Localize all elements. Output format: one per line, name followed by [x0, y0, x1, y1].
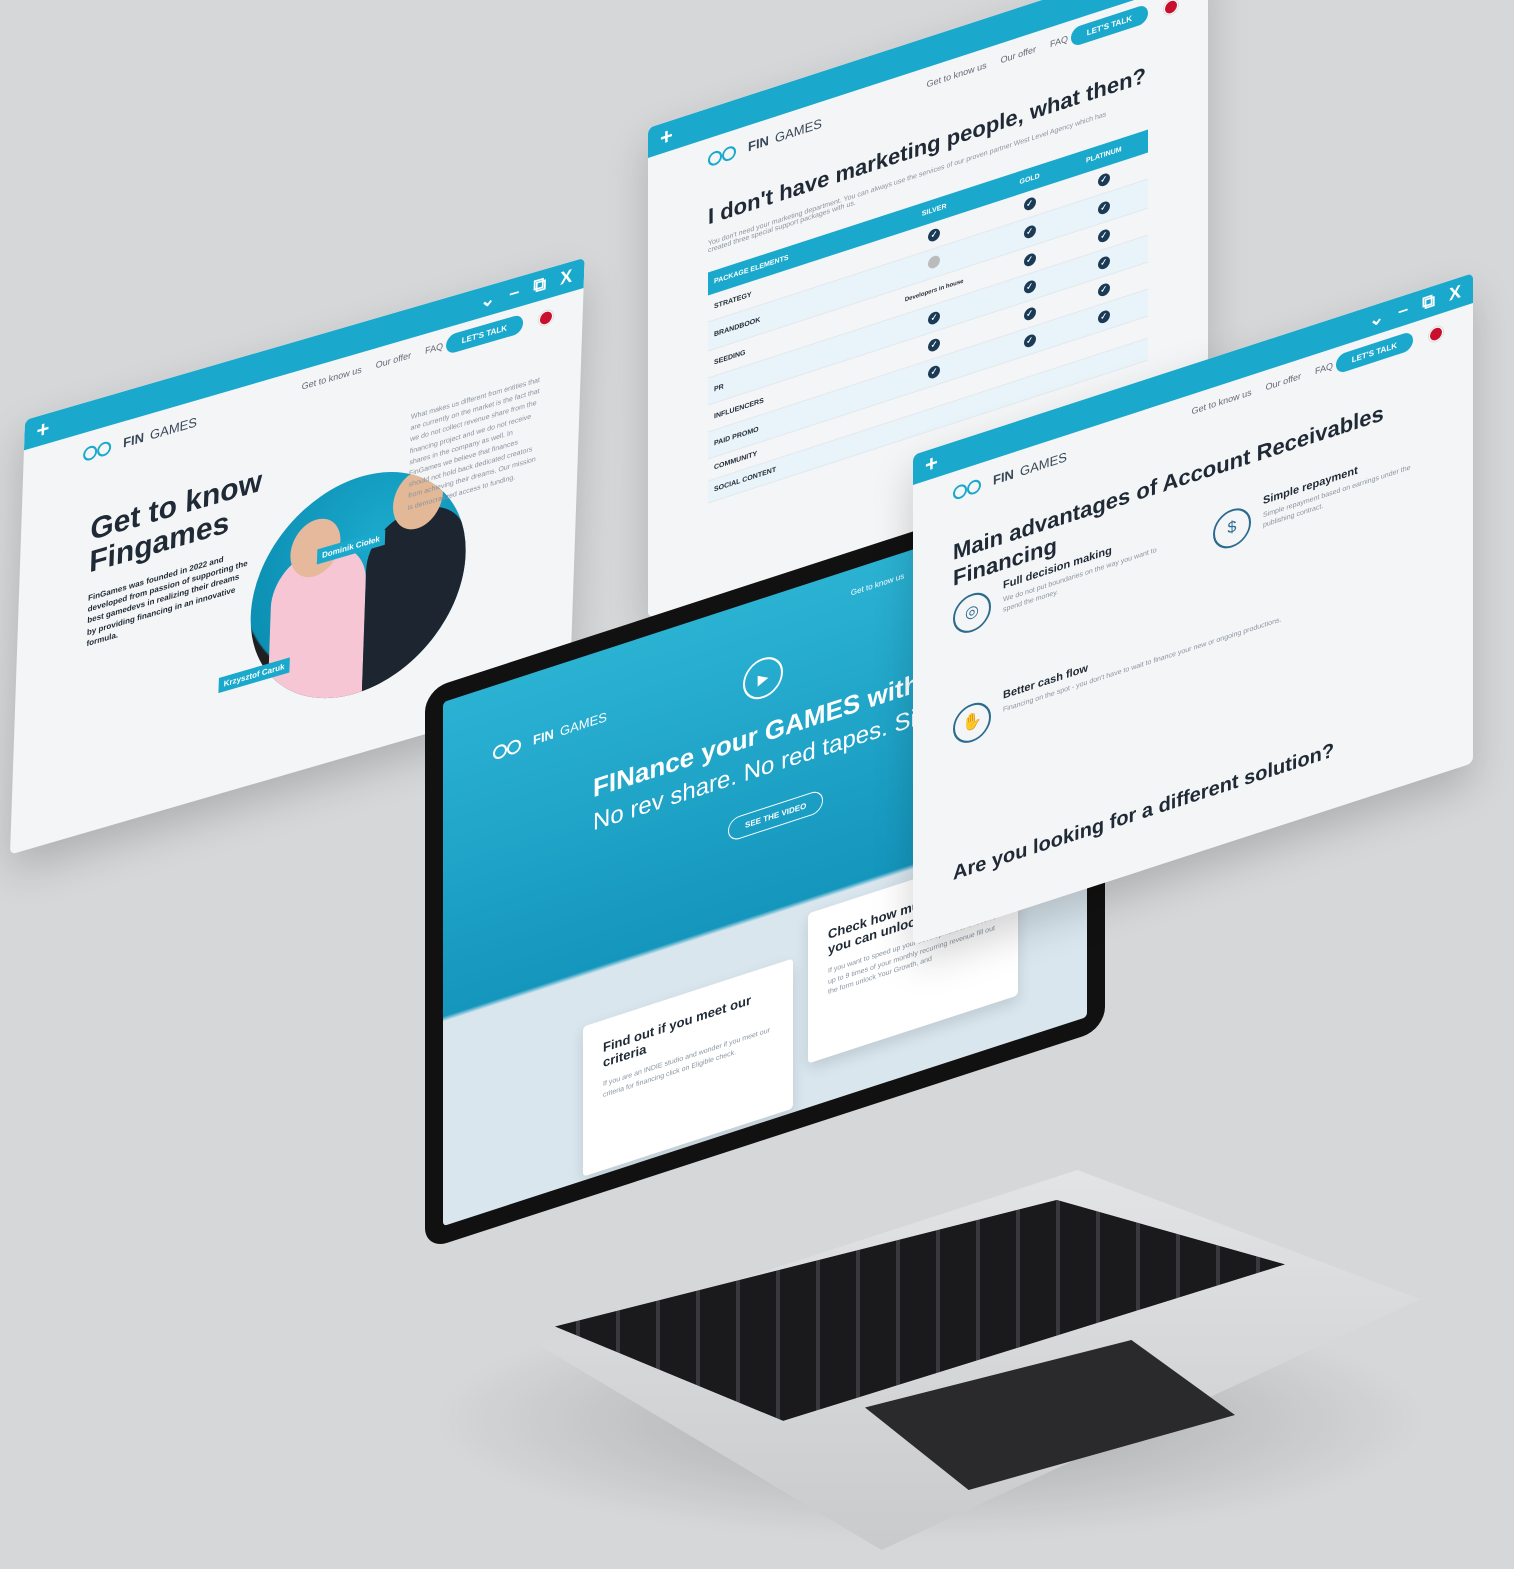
nav-link-offer[interactable]: Our offer — [1001, 44, 1036, 65]
about-column-text: What makes us different from entities th… — [407, 376, 541, 512]
chevron-down-icon[interactable]: ⌄ — [1369, 306, 1384, 332]
document-dollar-icon: $ — [1213, 503, 1251, 554]
advantage-desc: Financing on the spot - you don't have t… — [1003, 616, 1282, 714]
restore-button[interactable]: ⧉ — [1422, 289, 1435, 314]
minimize-button[interactable]: – — [1398, 298, 1408, 322]
new-tab-button[interactable]: + — [660, 122, 673, 152]
restore-button[interactable]: ⧉ — [533, 273, 547, 298]
criteria-card[interactable]: Find out if you meet our criteria If you… — [583, 958, 793, 1177]
see-video-button[interactable]: SEE THE VIDEO — [728, 788, 824, 843]
nav-link-faq[interactable]: FAQ — [1315, 361, 1333, 377]
brand-logo[interactable]: FIN GAMES — [493, 709, 607, 761]
uk-flag-icon[interactable] — [1164, 0, 1178, 17]
target-icon: ◎ — [953, 587, 991, 639]
close-button[interactable]: X — [560, 265, 573, 290]
mockup-scene: + ⌄ – ⧉ X FIN GAMES Get to know us Our of… — [0, 0, 1514, 1569]
uk-flag-icon[interactable] — [1429, 324, 1443, 344]
close-button[interactable]: X — [1449, 281, 1461, 306]
new-tab-button[interactable]: + — [925, 449, 938, 479]
page-title: Get to know Fingames — [88, 464, 263, 580]
infinity-logo-icon — [493, 735, 527, 761]
uk-flag-icon[interactable] — [538, 308, 554, 328]
new-tab-button[interactable]: + — [36, 415, 50, 445]
hand-coin-icon: ✋ — [953, 697, 991, 749]
nav-link-offer[interactable]: Our offer — [376, 350, 412, 370]
nav-link-get-to-know[interactable]: Get to know us — [851, 571, 904, 597]
different-solution-heading: Are you looking for a different solution… — [953, 739, 1335, 886]
nav-link-faq[interactable]: FAQ — [425, 341, 443, 356]
chevron-down-icon[interactable]: ⌄ — [1104, 0, 1119, 5]
nav-link-offer[interactable]: Our offer — [1266, 371, 1301, 392]
minimize-button[interactable]: – — [509, 281, 520, 305]
chevron-down-icon[interactable]: ⌄ — [480, 288, 496, 314]
play-icon[interactable]: ▶ — [743, 651, 783, 705]
nav-link-faq[interactable]: FAQ — [1050, 34, 1068, 50]
